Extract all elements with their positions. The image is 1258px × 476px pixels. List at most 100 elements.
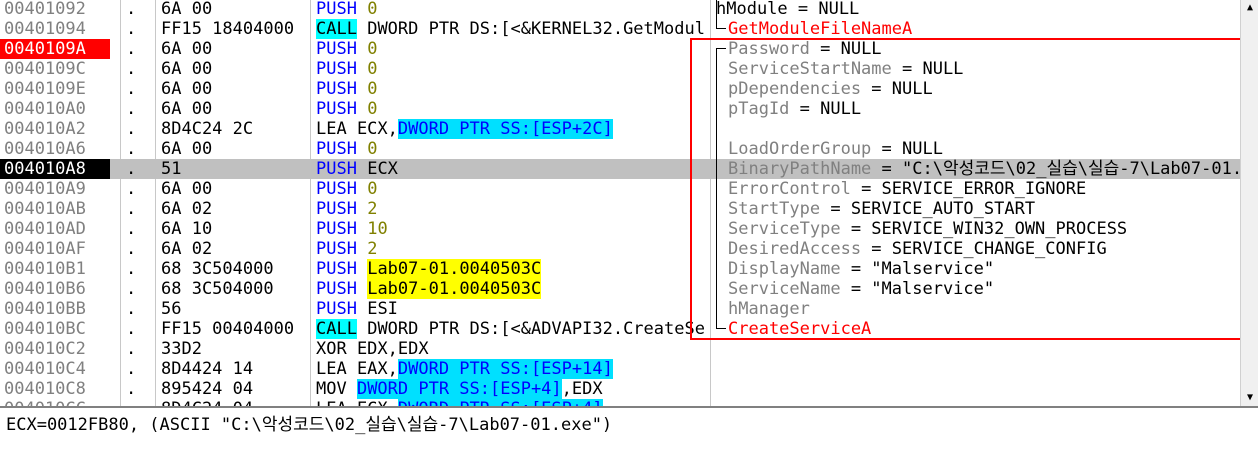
mnemonic: CALL <box>316 19 357 39</box>
instruction-cell: PUSH ECX <box>316 159 706 179</box>
hex-dump-cell: 33D2 <box>161 339 202 359</box>
call-bracket-end <box>716 28 726 29</box>
comment-cell: GetModuleFileNameA <box>728 19 913 39</box>
mnemonic: LEA ECX, <box>316 399 398 406</box>
mnemonic: PUSH <box>316 179 357 199</box>
mnemonic: PUSH <box>316 299 357 319</box>
hex-dump-cell: 6A 00 <box>161 99 213 119</box>
scroll-up-icon[interactable]: ▲ <box>1244 2 1256 14</box>
address-cell: 004010AF <box>4 239 86 259</box>
hex-dump-cell: FF15 00404000 <box>161 319 295 339</box>
instruction-cell: LEA ECX,DWORD PTR SS:[ESP+4] <box>316 399 706 406</box>
operand: 0 <box>367 39 378 59</box>
mnemonic: PUSH <box>316 59 357 79</box>
instruction-cell: PUSH Lab07-01.0040503C <box>316 279 706 299</box>
address-cell: 004010A8 <box>0 159 110 179</box>
address-cell: 004010A2 <box>4 119 86 139</box>
disasm-row[interactable]: 004010C2. 33D2 XOR EDX,EDX <box>0 339 1240 359</box>
mnemonic: LEA ECX, <box>316 119 398 139</box>
mnemonic: PUSH <box>316 99 357 119</box>
instruction-cell: PUSH 0 <box>316 59 706 79</box>
mnemonic: CALL <box>316 319 357 339</box>
hex-dump-cell: 895424 04 <box>161 379 254 399</box>
mnemonic: PUSH <box>316 199 357 219</box>
operand: 10 <box>367 219 388 239</box>
address-cell: 004010BB <box>4 299 86 319</box>
disasm-row[interactable]: 004010CC. 8D4C24 04 LEA ECX,DWORD PTR SS:[… <box>0 399 1240 406</box>
operand: DWORD PTR SS:[ESP+2C] <box>397 119 613 139</box>
hex-dump-cell: FF15 18404000 <box>161 19 295 39</box>
address-cell: 0040109C <box>4 59 86 79</box>
info-pane: ECX=0012FB80, (ASCII "C:\악성코드\02_실습\실습-7… <box>0 406 1258 476</box>
jump-marker: . <box>126 79 137 99</box>
operand: ESI <box>367 299 398 319</box>
operand: DWORD PTR DS:[<&ADVAPI32.CreateServiceA>… <box>367 319 706 339</box>
scroll-down-icon[interactable]: ▼ <box>1244 392 1256 404</box>
address-cell: 00401092 <box>4 0 86 19</box>
disasm-row[interactable]: 00401092. 6A 00 PUSH 0 hModule = NULL <box>0 0 1240 19</box>
jump-marker: . <box>126 199 137 219</box>
hex-dump-cell: 6A 00 <box>161 0 213 19</box>
jump-marker: . <box>126 0 137 19</box>
mnemonic: PUSH <box>316 259 357 279</box>
mnemonic: PUSH <box>316 39 357 59</box>
jump-marker: . <box>126 239 137 259</box>
mnemonic: PUSH <box>316 279 357 299</box>
hex-dump-cell: 6A 02 <box>161 239 213 259</box>
disasm-row[interactable]: 004010C8. 895424 04 MOV DWORD PTR SS:[ESP+… <box>0 379 1240 399</box>
hex-dump-cell: 51 <box>161 159 182 179</box>
mnemonic: MOV <box>316 379 357 399</box>
address-cell: 004010C2 <box>4 339 86 359</box>
operand: 0 <box>367 79 378 99</box>
operand: Lab07-01.0040503C <box>367 259 542 279</box>
mnemonic: PUSH <box>316 139 357 159</box>
jump-marker: . <box>126 119 137 139</box>
hex-dump-cell: 6A 00 <box>161 139 213 159</box>
instruction-cell: PUSH 0 <box>316 0 706 19</box>
hex-dump-cell: 68 3C504000 <box>161 279 274 299</box>
disasm-row[interactable]: 004010C4. 8D4424 14 LEA EAX,DWORD PTR SS:[… <box>0 359 1240 379</box>
mnemonic: PUSH <box>316 0 357 19</box>
address-cell: 004010CC <box>4 399 110 406</box>
jump-marker: . <box>126 399 140 406</box>
address-cell: 0040109A <box>0 39 110 59</box>
jump-marker: . <box>126 219 137 239</box>
hex-dump-cell: 6A 00 <box>161 179 213 199</box>
hex-dump-cell: 68 3C504000 <box>161 259 274 279</box>
mnemonic: PUSH <box>316 159 357 179</box>
operand: DWORD PTR SS:[ESP+4] <box>397 399 603 406</box>
address-cell: 004010AD <box>4 219 86 239</box>
jump-marker: . <box>126 299 137 319</box>
jump-marker: . <box>126 99 137 119</box>
address-cell: 004010A0 <box>4 99 86 119</box>
address-cell: 004010A9 <box>4 179 86 199</box>
jump-marker: . <box>126 139 137 159</box>
mnemonic: PUSH <box>316 79 357 99</box>
jump-marker: . <box>126 339 137 359</box>
comment-cell: hModule = NULL <box>716 0 860 19</box>
hex-dump-cell: 8D4424 14 <box>161 359 254 379</box>
operand: 0 <box>367 0 378 19</box>
operand: Lab07-01.0040503C <box>367 279 542 299</box>
instruction-cell: LEA EAX,DWORD PTR SS:[ESP+14] <box>316 359 706 379</box>
jump-marker: . <box>126 59 137 79</box>
instruction-cell: PUSH Lab07-01.0040503C <box>316 259 706 279</box>
operand: 0 <box>367 99 378 119</box>
hex-dump-cell: 6A 00 <box>161 39 213 59</box>
operand: ECX <box>367 159 398 179</box>
instruction-cell: LEA ECX,DWORD PTR SS:[ESP+2C] <box>316 119 706 139</box>
hex-dump-cell: 6A 00 <box>161 79 213 99</box>
jump-marker: . <box>126 179 137 199</box>
instruction-cell: MOV DWORD PTR SS:[ESP+4],EDX <box>316 379 706 399</box>
address-cell: 004010B1 <box>4 259 86 279</box>
jump-marker: . <box>126 259 137 279</box>
vertical-scrollbar[interactable]: ▲ ▼ <box>1240 0 1258 406</box>
instruction-cell: PUSH 0 <box>316 79 706 99</box>
instruction-cell: PUSH 2 <box>316 239 706 259</box>
mnemonic: XOR EDX,EDX <box>316 339 429 359</box>
disasm-row[interactable]: 00401094. FF15 18404000 CALL DWORD PTR DS:… <box>0 19 1240 39</box>
jump-marker: . <box>126 319 137 339</box>
address-cell: 004010C4 <box>4 359 86 379</box>
address-cell: 004010BC <box>4 319 86 339</box>
address-cell: 004010AB <box>4 199 86 219</box>
